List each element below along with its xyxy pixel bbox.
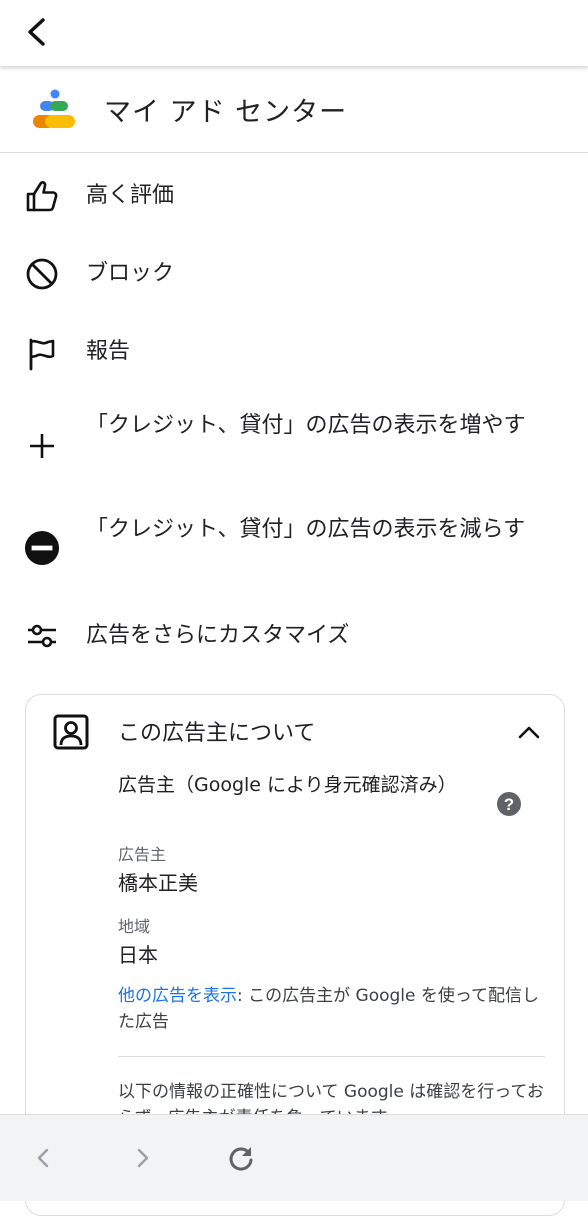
browser-bottom-bar bbox=[0, 1114, 588, 1201]
my-ad-center-logo bbox=[33, 89, 75, 128]
menu-item-like[interactable]: 高く評価 bbox=[0, 170, 588, 222]
flag-icon bbox=[24, 336, 60, 372]
top-app-bar bbox=[0, 0, 588, 66]
menu-item-customize[interactable]: 広告をさらにカスタマイズ bbox=[0, 610, 588, 662]
menu-item-show-more[interactable]: 「クレジット、貸付」の広告の表示を増やす bbox=[0, 408, 588, 478]
thumbs-up-icon bbox=[24, 178, 60, 214]
help-icon[interactable]: ? bbox=[496, 791, 522, 817]
browser-back-button[interactable] bbox=[28, 1143, 58, 1173]
plus-icon bbox=[24, 428, 60, 464]
chevron-right-icon bbox=[137, 1148, 149, 1168]
browser-forward-button[interactable] bbox=[128, 1143, 158, 1173]
menu-item-label: 高く評価 bbox=[86, 183, 175, 208]
menu-item-block[interactable]: ブロック bbox=[0, 248, 588, 300]
menu-item-label: 「クレジット、貸付」の広告の表示を増やす bbox=[86, 413, 526, 438]
region-value: 日本 bbox=[118, 943, 158, 967]
reload-icon bbox=[229, 1147, 253, 1171]
advertiser-profile-icon bbox=[53, 714, 89, 750]
divider bbox=[118, 1056, 545, 1057]
verified-advertiser-text: 広告主（Google により身元確認済み） bbox=[118, 774, 457, 796]
menu-item-label: 広告をさらにカスタマイズ bbox=[86, 623, 350, 648]
back-arrow-icon bbox=[28, 18, 45, 46]
more-ads-link[interactable]: 他の広告を表示 bbox=[118, 986, 237, 1006]
svg-text:?: ? bbox=[504, 795, 514, 814]
menu-item-label: ブロック bbox=[86, 261, 175, 286]
tune-icon bbox=[24, 618, 60, 654]
region-label: 地域 bbox=[118, 917, 151, 936]
block-icon bbox=[24, 256, 60, 292]
advertiser-name: 橋本正美 bbox=[118, 871, 198, 895]
page-header: マイ アド センター bbox=[0, 66, 588, 153]
more-ads-text: 他の広告を表示: この広告主が Google を使って配信した広告 bbox=[118, 983, 548, 1035]
back-button[interactable] bbox=[18, 14, 54, 50]
menu-item-show-less[interactable]: 「クレジット、貸付」の広告の表示を減らす bbox=[0, 512, 588, 582]
menu-item-label: 報告 bbox=[86, 339, 131, 364]
chevron-up-icon[interactable] bbox=[514, 717, 544, 747]
page-title: マイ アド センター bbox=[104, 97, 348, 128]
advertiser-label: 広告主 bbox=[118, 845, 167, 864]
browser-reload-button[interactable] bbox=[226, 1143, 256, 1173]
minus-circle-icon bbox=[24, 530, 60, 566]
menu-item-label: 「クレジット、貸付」の広告の表示を減らす bbox=[86, 517, 526, 542]
menu-item-report[interactable]: 報告 bbox=[0, 326, 588, 378]
chevron-left-icon bbox=[37, 1148, 49, 1168]
advertiser-section-title: この広告主について bbox=[118, 721, 316, 746]
